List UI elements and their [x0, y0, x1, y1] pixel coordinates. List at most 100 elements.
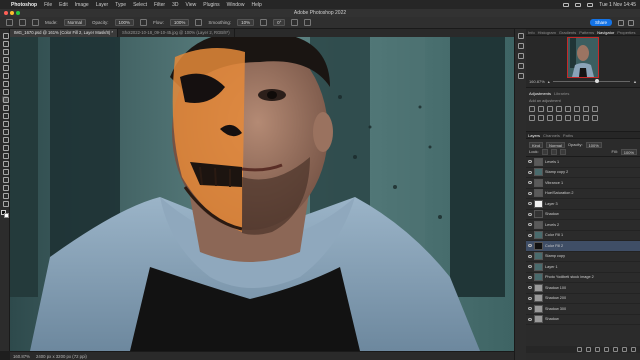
layer-name[interactable]: Shadow 200	[545, 296, 566, 300]
dodge-icon[interactable]	[2, 144, 9, 150]
tab-histogram[interactable]: Histogram	[538, 30, 556, 35]
layer-fill-field[interactable]: 100%	[620, 148, 637, 155]
layer-thumbnail[interactable]	[534, 283, 543, 292]
color-swatches[interactable]	[0, 210, 9, 219]
black-white-icon[interactable]	[592, 106, 598, 112]
stamp-icon[interactable]	[2, 104, 9, 110]
paragraph-icon[interactable]	[517, 63, 524, 69]
layer-name[interactable]: Levels 1	[545, 160, 559, 164]
visibility-eye-icon[interactable]	[528, 202, 532, 206]
layer-thumbnail[interactable]	[534, 304, 543, 313]
zoom-window-button[interactable]	[16, 11, 20, 15]
zoom-slider-knob[interactable]	[595, 79, 600, 83]
menu-view[interactable]: View	[186, 2, 197, 8]
color-lookup-icon[interactable]	[547, 115, 553, 121]
tab-channels[interactable]: Channels	[543, 133, 560, 138]
layer-name[interactable]: Stamp copy	[545, 254, 565, 258]
brush-preset-icon[interactable]	[19, 19, 26, 26]
wifi-icon[interactable]	[575, 2, 582, 7]
layer-row[interactable]: Stamp copy 2	[526, 168, 640, 178]
tab-properties[interactable]: Properties	[617, 30, 635, 35]
opacity-field[interactable]: 100%	[114, 19, 135, 26]
brightness-contrast-icon[interactable]	[529, 106, 535, 112]
menu-plugins[interactable]: Plugins	[203, 2, 219, 8]
close-window-button[interactable]	[4, 11, 8, 15]
symmetry-icon[interactable]	[304, 19, 312, 26]
menu-type[interactable]: Type	[115, 2, 126, 8]
layer-name[interactable]: Color Fill 1	[545, 233, 563, 237]
flow-field[interactable]: 100%	[169, 19, 190, 26]
workspace-icon[interactable]	[628, 19, 634, 26]
curves-icon[interactable]	[547, 106, 553, 112]
layer-thumbnail[interactable]	[534, 178, 543, 187]
layer-thumbnail[interactable]	[534, 210, 543, 219]
brush-settings-icon[interactable]	[32, 19, 39, 26]
type-icon[interactable]	[2, 160, 9, 166]
clone-source-icon[interactable]	[517, 73, 524, 79]
layer-style-icon[interactable]	[586, 347, 591, 352]
magic-wand-icon[interactable]	[2, 56, 9, 62]
hue-saturation-icon[interactable]	[574, 106, 580, 112]
smoothing-options-icon[interactable]	[260, 19, 268, 26]
vibrance-icon[interactable]	[565, 106, 571, 112]
status-zoom[interactable]: 160.87%	[13, 354, 30, 359]
menu-edit[interactable]: Edit	[59, 2, 68, 8]
visibility-eye-icon[interactable]	[528, 191, 532, 195]
app-menu[interactable]: Photoshop	[11, 2, 37, 8]
visibility-eye-icon[interactable]	[528, 275, 532, 279]
layer-thumbnail[interactable]	[534, 199, 543, 208]
eraser-icon[interactable]	[2, 120, 9, 126]
layer-name[interactable]: Vibrance 1	[545, 181, 563, 185]
pressure-size-icon[interactable]	[291, 19, 299, 26]
levels-icon[interactable]	[538, 106, 544, 112]
path-select-icon[interactable]	[2, 168, 9, 174]
tab-adjustments[interactable]: Adjustments	[529, 91, 551, 96]
doc-tab-active[interactable]: IMG_1670.psd @ 161% (Color Fill 2, Layer…	[10, 29, 118, 37]
healing-icon[interactable]	[2, 88, 9, 94]
blur-icon[interactable]	[2, 136, 9, 142]
new-layer-icon[interactable]	[622, 347, 627, 352]
color-balance-icon[interactable]	[583, 106, 589, 112]
layer-thumbnail[interactable]	[534, 241, 543, 250]
battery-icon[interactable]	[563, 2, 570, 7]
lock-pixels-icon[interactable]	[541, 148, 548, 155]
layer-thumbnail[interactable]	[534, 252, 543, 261]
lock-all-icon[interactable]	[559, 148, 566, 155]
layer-name[interactable]: Layer 3	[545, 202, 558, 206]
rectangle-icon[interactable]	[2, 176, 9, 182]
layer-name[interactable]: Color Fill 2	[545, 244, 563, 248]
layer-row[interactable]: Shadow 200	[526, 294, 640, 304]
history-brush-icon[interactable]	[2, 112, 9, 118]
control-center-icon[interactable]	[587, 2, 594, 7]
menu-filter[interactable]: Filter	[154, 2, 165, 8]
navigator-zoom-value[interactable]: 160.87%	[529, 79, 545, 84]
menu-select[interactable]: Select	[133, 2, 147, 8]
menu-layer[interactable]: Layer	[96, 2, 109, 8]
tab-paths[interactable]: Paths	[563, 133, 573, 138]
visibility-eye-icon[interactable]	[528, 254, 532, 258]
new-adjustment-icon[interactable]	[604, 347, 609, 352]
layer-thumbnail[interactable]	[534, 157, 543, 166]
navigator-zoom-slider[interactable]	[552, 79, 631, 83]
layer-row[interactable]: Shadow 100	[526, 283, 640, 294]
layer-row[interactable]: Layer 1	[526, 262, 640, 273]
layer-row[interactable]: Layer 3	[526, 199, 640, 210]
layer-name[interactable]: Hue/Saturation 2	[545, 191, 574, 195]
brush-settings-panel-icon[interactable]	[517, 43, 524, 49]
frame-icon[interactable]	[2, 72, 9, 78]
layer-row[interactable]: Hue/Saturation 2	[526, 189, 640, 199]
layer-name[interactable]: Stamp copy 2	[545, 170, 568, 174]
layer-thumbnail[interactable]	[534, 220, 543, 229]
lock-position-icon[interactable]	[550, 148, 557, 155]
gradient-icon[interactable]	[2, 128, 9, 134]
document-canvas[interactable]	[10, 37, 514, 351]
pressure-opacity-icon[interactable]	[140, 19, 148, 26]
menu-help[interactable]: Help	[251, 2, 261, 8]
pen-icon[interactable]	[2, 152, 9, 158]
photo-filter-icon[interactable]	[529, 115, 535, 121]
visibility-eye-icon[interactable]	[528, 307, 532, 311]
menu-window[interactable]: Window	[227, 2, 245, 8]
layer-opacity-field[interactable]: 100%	[585, 141, 602, 148]
tab-gradients[interactable]: Gradients	[559, 30, 576, 35]
mode-select[interactable]: Normal	[63, 19, 87, 26]
